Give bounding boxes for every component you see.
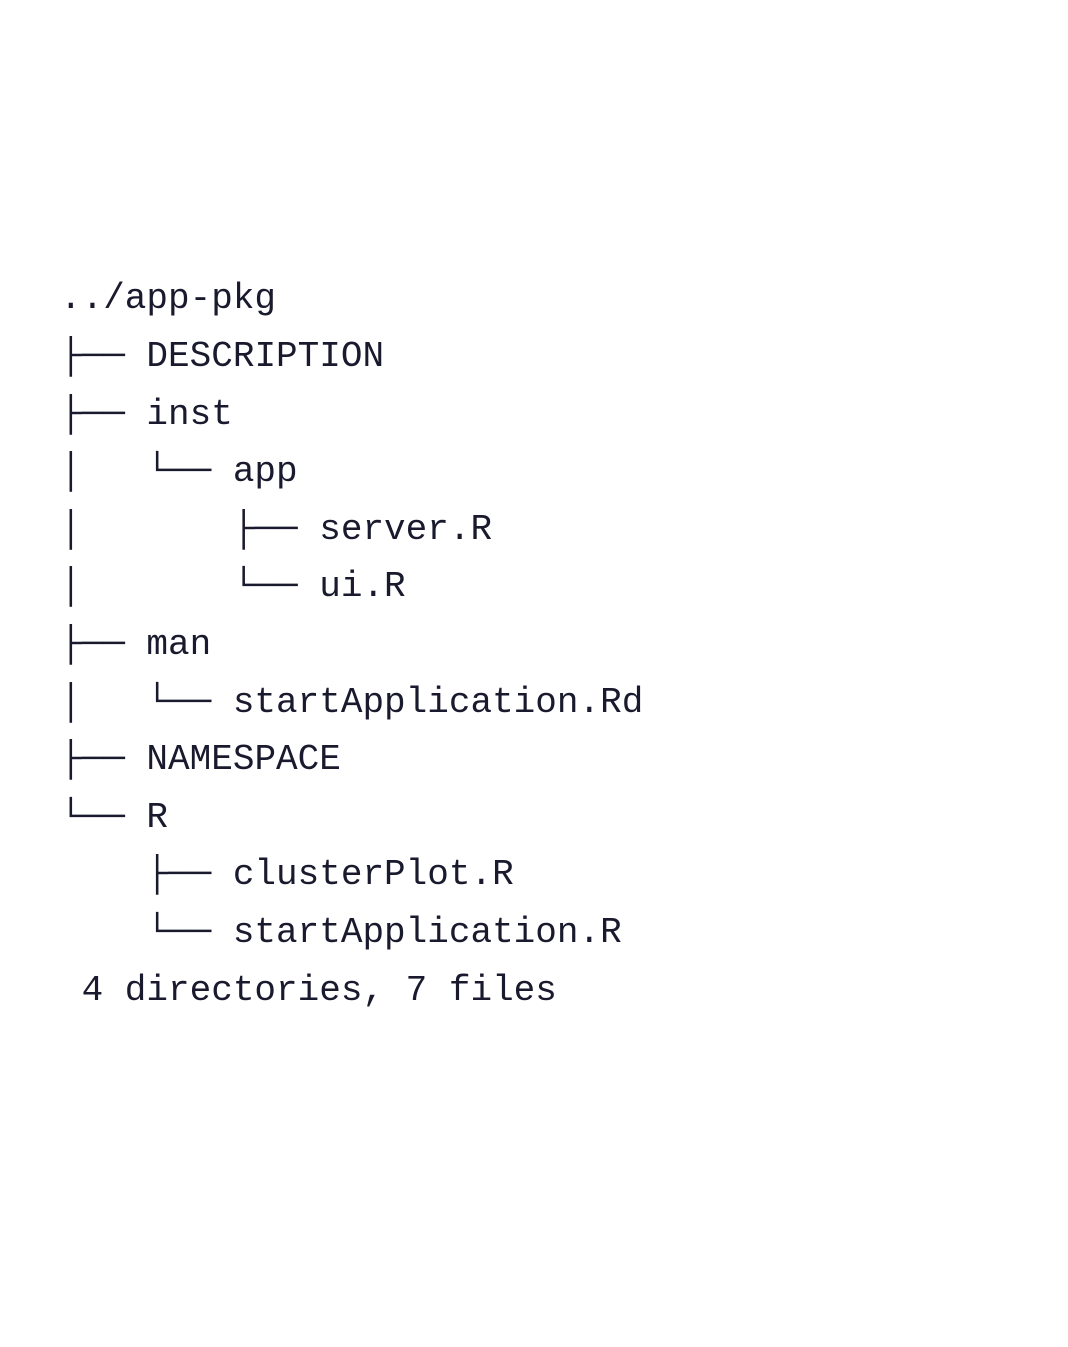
tree-entry: │ └── app	[60, 451, 298, 492]
tree-entry: └── R	[60, 797, 168, 838]
tree-item-name: ui.R	[319, 566, 405, 607]
tree-prefix: └──	[60, 912, 233, 953]
tree-item-name: R	[146, 797, 168, 838]
tree-entry: ├── NAMESPACE	[60, 739, 341, 780]
tree-entry: │ └── startApplication.Rd	[60, 682, 643, 723]
tree-prefix: │ ├──	[60, 509, 319, 550]
tree-item-name: inst	[146, 394, 232, 435]
tree-prefix: ├──	[60, 854, 233, 895]
tree-root: ../app-pkg	[60, 278, 276, 319]
tree-entry: ├── man	[60, 624, 211, 665]
tree-prefix: └──	[60, 797, 146, 838]
tree-entry: └── startApplication.R	[60, 912, 622, 953]
tree-entry: │ ├── server.R	[60, 509, 492, 550]
tree-item-name: NAMESPACE	[146, 739, 340, 780]
tree-prefix: │ └──	[60, 566, 319, 607]
tree-prefix: ├──	[60, 394, 146, 435]
tree-entry: ├── DESCRIPTION	[60, 336, 384, 377]
tree-prefix: ├──	[60, 624, 146, 665]
tree-item-name: startApplication.R	[233, 912, 622, 953]
tree-output: ../app-pkg ├── DESCRIPTION ├── inst │ └─…	[60, 270, 1008, 1019]
tree-entry: ├── inst	[60, 394, 233, 435]
tree-prefix: │ └──	[60, 682, 233, 723]
tree-entry: │ └── ui.R	[60, 566, 406, 607]
tree-entry: ├── clusterPlot.R	[60, 854, 514, 895]
tree-summary: 4 directories, 7 files	[60, 970, 557, 1011]
tree-item-name: server.R	[319, 509, 492, 550]
tree-item-name: DESCRIPTION	[146, 336, 384, 377]
tree-item-name: clusterPlot.R	[233, 854, 514, 895]
tree-prefix: ├──	[60, 739, 146, 780]
tree-prefix: │ └──	[60, 451, 233, 492]
tree-prefix: ├──	[60, 336, 146, 377]
tree-item-name: startApplication.Rd	[233, 682, 643, 723]
tree-item-name: app	[233, 451, 298, 492]
tree-item-name: man	[146, 624, 211, 665]
